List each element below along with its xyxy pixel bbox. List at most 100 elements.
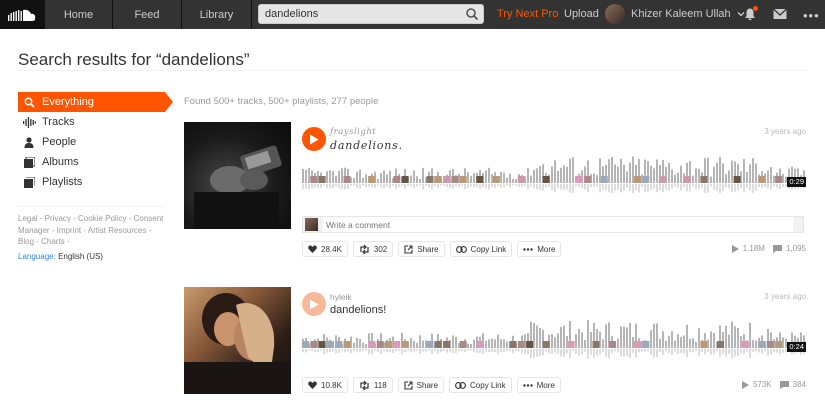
comment-avatar-marker[interactable] bbox=[542, 341, 550, 348]
share-button[interactable]: Share bbox=[398, 241, 445, 257]
comment-avatar-marker[interactable] bbox=[609, 341, 617, 348]
more-button[interactable]: More bbox=[517, 241, 562, 257]
comment-avatar-marker[interactable] bbox=[401, 176, 409, 183]
comment-avatar-marker[interactable] bbox=[600, 176, 608, 183]
comment-avatar-marker[interactable] bbox=[642, 176, 650, 183]
comment-avatar-marker[interactable] bbox=[492, 176, 500, 183]
comment-avatar-marker[interactable] bbox=[310, 176, 318, 183]
comment-avatar-marker[interactable] bbox=[700, 341, 708, 348]
waveform-bar bbox=[782, 173, 784, 183]
comment-avatar-marker[interactable] bbox=[642, 341, 650, 348]
search-input[interactable] bbox=[259, 5, 459, 23]
nav-feed[interactable]: Feed bbox=[113, 0, 182, 29]
play-button[interactable] bbox=[302, 127, 326, 151]
comment-avatar-marker[interactable] bbox=[326, 341, 334, 348]
comment-avatar-marker[interactable] bbox=[343, 341, 351, 348]
comment-avatar-marker[interactable] bbox=[526, 341, 534, 348]
comment-avatar-marker[interactable] bbox=[775, 176, 783, 183]
like-button[interactable]: 28.4K bbox=[302, 241, 348, 257]
comment-avatar-marker[interactable] bbox=[393, 176, 401, 183]
soundcloud-logo[interactable] bbox=[0, 0, 44, 29]
waveform[interactable] bbox=[302, 320, 808, 360]
comment-avatar-marker[interactable] bbox=[758, 176, 766, 183]
comment-avatar-marker[interactable] bbox=[584, 176, 592, 183]
filter-tracks[interactable]: Tracks bbox=[18, 112, 165, 132]
comment-avatar-marker[interactable] bbox=[741, 341, 749, 348]
comment-avatar-marker[interactable] bbox=[443, 176, 451, 183]
copy-link-button[interactable]: Copy Link bbox=[449, 377, 512, 393]
waveform[interactable] bbox=[302, 155, 808, 195]
user-menu[interactable]: Khizer Kaleem Ullah bbox=[605, 4, 745, 24]
comment-avatar-marker[interactable] bbox=[509, 341, 517, 348]
comment-avatar-marker[interactable] bbox=[758, 341, 766, 348]
comment-avatar-marker[interactable] bbox=[733, 176, 741, 183]
comment-avatar-marker[interactable] bbox=[434, 176, 442, 183]
track-title[interactable]: dandelions! bbox=[330, 304, 386, 316]
track-artwork[interactable] bbox=[184, 287, 291, 394]
track-username[interactable]: frayslight bbox=[330, 127, 376, 137]
comment-avatar-marker[interactable] bbox=[385, 341, 392, 348]
comment-avatar-marker[interactable] bbox=[634, 341, 641, 348]
upload-link[interactable]: Upload bbox=[564, 8, 599, 20]
comment-avatar-marker[interactable] bbox=[683, 176, 691, 183]
like-button[interactable]: 10.8K bbox=[302, 377, 348, 393]
nav-library[interactable]: Library bbox=[182, 0, 252, 29]
waveform-reflection bbox=[566, 349, 568, 354]
comment-avatar-marker[interactable] bbox=[775, 341, 783, 348]
track-username[interactable]: hyleik bbox=[330, 292, 352, 302]
comment-avatar-marker[interactable] bbox=[517, 341, 525, 348]
comment-avatar-marker[interactable] bbox=[575, 176, 583, 183]
share-button[interactable]: Share bbox=[397, 377, 445, 393]
filter-everything[interactable]: Everything bbox=[18, 92, 173, 112]
search-icon[interactable] bbox=[465, 7, 479, 21]
comment-avatar-marker[interactable] bbox=[717, 341, 724, 348]
comment-avatar-marker[interactable] bbox=[567, 341, 575, 348]
comment-avatar-marker[interactable] bbox=[459, 176, 467, 183]
track-artwork[interactable] bbox=[184, 122, 291, 229]
filter-people[interactable]: People bbox=[18, 132, 165, 152]
comment-avatar-marker[interactable] bbox=[476, 341, 484, 348]
comment-avatar-marker[interactable] bbox=[434, 341, 442, 348]
try-pro-link[interactable]: Try Next Pro bbox=[497, 8, 558, 20]
comment-avatar-marker[interactable] bbox=[393, 341, 401, 348]
comment-avatar-marker[interactable] bbox=[426, 176, 434, 183]
track-title[interactable]: dandelions. bbox=[330, 139, 403, 152]
comment-avatar-marker[interactable] bbox=[476, 176, 484, 183]
comment-avatar-marker[interactable] bbox=[368, 176, 376, 183]
filter-playlists[interactable]: Playlists bbox=[18, 172, 165, 192]
copy-link-button[interactable]: Copy Link bbox=[449, 241, 513, 257]
nav-home[interactable]: Home bbox=[44, 0, 113, 29]
comment-avatar-marker[interactable] bbox=[302, 341, 309, 348]
comment-avatar-marker[interactable] bbox=[310, 341, 318, 348]
footer-links[interactable]: Legal - Privacy - Cookie Policy - Consen… bbox=[18, 213, 168, 248]
comment-avatar-marker[interactable] bbox=[517, 176, 525, 183]
more-button[interactable]: More bbox=[516, 377, 561, 393]
play-button[interactable] bbox=[302, 292, 326, 316]
mail-icon[interactable] bbox=[773, 8, 787, 20]
comment-avatar-marker[interactable] bbox=[592, 341, 600, 348]
comment-avatar-marker[interactable] bbox=[343, 176, 351, 183]
more-menu-button[interactable]: ••• bbox=[803, 8, 820, 23]
waveform-reflection bbox=[644, 349, 646, 352]
repost-button[interactable]: 118 bbox=[352, 377, 393, 393]
comment-avatar-marker[interactable] bbox=[376, 341, 384, 348]
comment-avatar-marker[interactable] bbox=[451, 176, 459, 183]
comment-avatar-marker[interactable] bbox=[634, 176, 641, 183]
comment-avatar-marker[interactable] bbox=[335, 341, 343, 348]
comment-avatar-marker[interactable] bbox=[542, 176, 550, 183]
comment-avatar-marker[interactable] bbox=[658, 176, 666, 183]
comment-avatar-marker[interactable] bbox=[318, 341, 326, 348]
comment-avatar-marker[interactable] bbox=[459, 341, 467, 348]
filter-albums[interactable]: Albums bbox=[18, 152, 165, 172]
comment-input[interactable] bbox=[323, 217, 793, 232]
comment-avatar-marker[interactable] bbox=[318, 176, 326, 183]
language-selector[interactable]: Language: English (US) bbox=[18, 252, 103, 261]
comment-avatar-marker[interactable] bbox=[766, 341, 774, 348]
comment-avatar-marker[interactable] bbox=[368, 341, 376, 348]
comment-avatar-marker[interactable] bbox=[426, 341, 434, 348]
waveform-reflection bbox=[572, 184, 574, 194]
comment-avatar-marker[interactable] bbox=[700, 176, 708, 183]
repost-button[interactable]: 302 bbox=[352, 241, 394, 257]
comment-avatar-marker[interactable] bbox=[401, 341, 409, 348]
comment-avatar-marker[interactable] bbox=[443, 341, 451, 348]
